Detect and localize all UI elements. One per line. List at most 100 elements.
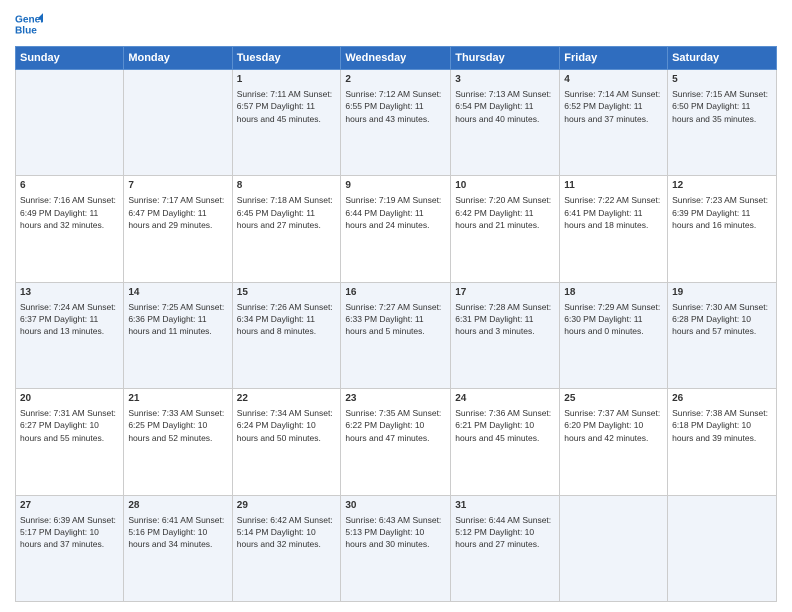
- calendar-cell: 16Sunrise: 7:27 AM Sunset: 6:33 PM Dayli…: [341, 282, 451, 388]
- calendar-cell: 13Sunrise: 7:24 AM Sunset: 6:37 PM Dayli…: [16, 282, 124, 388]
- calendar-week-row: 27Sunrise: 6:39 AM Sunset: 5:17 PM Dayli…: [16, 495, 777, 601]
- calendar-cell: 11Sunrise: 7:22 AM Sunset: 6:41 PM Dayli…: [560, 176, 668, 282]
- calendar-cell: 17Sunrise: 7:28 AM Sunset: 6:31 PM Dayli…: [451, 282, 560, 388]
- day-number: 27: [20, 499, 119, 513]
- weekday-header-row: SundayMondayTuesdayWednesdayThursdayFrid…: [16, 47, 777, 70]
- logo-icon: General Blue: [15, 10, 43, 38]
- day-info: Sunrise: 7:31 AM Sunset: 6:27 PM Dayligh…: [20, 407, 119, 444]
- svg-text:General: General: [15, 14, 43, 25]
- day-info: Sunrise: 7:28 AM Sunset: 6:31 PM Dayligh…: [455, 301, 555, 338]
- calendar-cell: 4Sunrise: 7:14 AM Sunset: 6:52 PM Daylig…: [560, 70, 668, 176]
- day-info: Sunrise: 7:34 AM Sunset: 6:24 PM Dayligh…: [237, 407, 337, 444]
- day-number: 24: [455, 392, 555, 406]
- day-number: 16: [345, 286, 446, 300]
- day-number: 10: [455, 179, 555, 193]
- calendar-cell: 12Sunrise: 7:23 AM Sunset: 6:39 PM Dayli…: [668, 176, 777, 282]
- day-info: Sunrise: 7:30 AM Sunset: 6:28 PM Dayligh…: [672, 301, 772, 338]
- calendar-cell: 22Sunrise: 7:34 AM Sunset: 6:24 PM Dayli…: [232, 389, 341, 495]
- calendar-cell: [124, 70, 232, 176]
- day-number: 12: [672, 179, 772, 193]
- day-number: 22: [237, 392, 337, 406]
- calendar-cell: 3Sunrise: 7:13 AM Sunset: 6:54 PM Daylig…: [451, 70, 560, 176]
- day-number: 8: [237, 179, 337, 193]
- calendar-cell: 15Sunrise: 7:26 AM Sunset: 6:34 PM Dayli…: [232, 282, 341, 388]
- day-number: 21: [128, 392, 227, 406]
- weekday-header-cell: Thursday: [451, 47, 560, 70]
- day-number: 1: [237, 73, 337, 87]
- calendar-cell: 21Sunrise: 7:33 AM Sunset: 6:25 PM Dayli…: [124, 389, 232, 495]
- day-info: Sunrise: 7:15 AM Sunset: 6:50 PM Dayligh…: [672, 88, 772, 125]
- day-info: Sunrise: 7:25 AM Sunset: 6:36 PM Dayligh…: [128, 301, 227, 338]
- svg-text:Blue: Blue: [15, 25, 37, 36]
- day-number: 30: [345, 499, 446, 513]
- weekday-header-cell: Monday: [124, 47, 232, 70]
- calendar-cell: [16, 70, 124, 176]
- day-number: 23: [345, 392, 446, 406]
- day-number: 3: [455, 73, 555, 87]
- day-number: 5: [672, 73, 772, 87]
- day-info: Sunrise: 7:35 AM Sunset: 6:22 PM Dayligh…: [345, 407, 446, 444]
- day-info: Sunrise: 7:36 AM Sunset: 6:21 PM Dayligh…: [455, 407, 555, 444]
- calendar-cell: 30Sunrise: 6:43 AM Sunset: 5:13 PM Dayli…: [341, 495, 451, 601]
- day-info: Sunrise: 7:33 AM Sunset: 6:25 PM Dayligh…: [128, 407, 227, 444]
- calendar-cell: 28Sunrise: 6:41 AM Sunset: 5:16 PM Dayli…: [124, 495, 232, 601]
- day-info: Sunrise: 6:42 AM Sunset: 5:14 PM Dayligh…: [237, 514, 337, 551]
- header: General Blue: [15, 10, 777, 38]
- calendar-cell: 18Sunrise: 7:29 AM Sunset: 6:30 PM Dayli…: [560, 282, 668, 388]
- calendar-cell: [668, 495, 777, 601]
- calendar-cell: 14Sunrise: 7:25 AM Sunset: 6:36 PM Dayli…: [124, 282, 232, 388]
- day-number: 31: [455, 499, 555, 513]
- day-info: Sunrise: 7:20 AM Sunset: 6:42 PM Dayligh…: [455, 194, 555, 231]
- calendar-cell: 20Sunrise: 7:31 AM Sunset: 6:27 PM Dayli…: [16, 389, 124, 495]
- calendar-cell: 6Sunrise: 7:16 AM Sunset: 6:49 PM Daylig…: [16, 176, 124, 282]
- calendar-cell: 19Sunrise: 7:30 AM Sunset: 6:28 PM Dayli…: [668, 282, 777, 388]
- calendar-cell: 9Sunrise: 7:19 AM Sunset: 6:44 PM Daylig…: [341, 176, 451, 282]
- day-number: 18: [564, 286, 663, 300]
- day-info: Sunrise: 7:11 AM Sunset: 6:57 PM Dayligh…: [237, 88, 337, 125]
- day-number: 17: [455, 286, 555, 300]
- day-info: Sunrise: 7:27 AM Sunset: 6:33 PM Dayligh…: [345, 301, 446, 338]
- calendar-cell: [560, 495, 668, 601]
- day-number: 11: [564, 179, 663, 193]
- calendar-week-row: 13Sunrise: 7:24 AM Sunset: 6:37 PM Dayli…: [16, 282, 777, 388]
- calendar-cell: 10Sunrise: 7:20 AM Sunset: 6:42 PM Dayli…: [451, 176, 560, 282]
- day-number: 15: [237, 286, 337, 300]
- calendar-cell: 29Sunrise: 6:42 AM Sunset: 5:14 PM Dayli…: [232, 495, 341, 601]
- calendar-table: SundayMondayTuesdayWednesdayThursdayFrid…: [15, 46, 777, 602]
- calendar-cell: 24Sunrise: 7:36 AM Sunset: 6:21 PM Dayli…: [451, 389, 560, 495]
- logo: General Blue: [15, 10, 43, 38]
- day-number: 13: [20, 286, 119, 300]
- day-number: 19: [672, 286, 772, 300]
- day-number: 6: [20, 179, 119, 193]
- calendar-week-row: 20Sunrise: 7:31 AM Sunset: 6:27 PM Dayli…: [16, 389, 777, 495]
- day-info: Sunrise: 7:16 AM Sunset: 6:49 PM Dayligh…: [20, 194, 119, 231]
- calendar-cell: 23Sunrise: 7:35 AM Sunset: 6:22 PM Dayli…: [341, 389, 451, 495]
- weekday-header-cell: Wednesday: [341, 47, 451, 70]
- weekday-header-cell: Tuesday: [232, 47, 341, 70]
- day-info: Sunrise: 6:43 AM Sunset: 5:13 PM Dayligh…: [345, 514, 446, 551]
- weekday-header-cell: Sunday: [16, 47, 124, 70]
- day-number: 25: [564, 392, 663, 406]
- day-number: 26: [672, 392, 772, 406]
- weekday-header-cell: Friday: [560, 47, 668, 70]
- day-info: Sunrise: 6:39 AM Sunset: 5:17 PM Dayligh…: [20, 514, 119, 551]
- day-info: Sunrise: 7:12 AM Sunset: 6:55 PM Dayligh…: [345, 88, 446, 125]
- calendar-cell: 27Sunrise: 6:39 AM Sunset: 5:17 PM Dayli…: [16, 495, 124, 601]
- day-info: Sunrise: 7:37 AM Sunset: 6:20 PM Dayligh…: [564, 407, 663, 444]
- day-number: 7: [128, 179, 227, 193]
- day-info: Sunrise: 7:18 AM Sunset: 6:45 PM Dayligh…: [237, 194, 337, 231]
- calendar-week-row: 6Sunrise: 7:16 AM Sunset: 6:49 PM Daylig…: [16, 176, 777, 282]
- day-info: Sunrise: 6:44 AM Sunset: 5:12 PM Dayligh…: [455, 514, 555, 551]
- day-info: Sunrise: 7:13 AM Sunset: 6:54 PM Dayligh…: [455, 88, 555, 125]
- day-info: Sunrise: 7:38 AM Sunset: 6:18 PM Dayligh…: [672, 407, 772, 444]
- day-info: Sunrise: 7:23 AM Sunset: 6:39 PM Dayligh…: [672, 194, 772, 231]
- day-number: 9: [345, 179, 446, 193]
- calendar-cell: 7Sunrise: 7:17 AM Sunset: 6:47 PM Daylig…: [124, 176, 232, 282]
- calendar-week-row: 1Sunrise: 7:11 AM Sunset: 6:57 PM Daylig…: [16, 70, 777, 176]
- day-info: Sunrise: 7:14 AM Sunset: 6:52 PM Dayligh…: [564, 88, 663, 125]
- day-info: Sunrise: 7:24 AM Sunset: 6:37 PM Dayligh…: [20, 301, 119, 338]
- day-number: 20: [20, 392, 119, 406]
- day-info: Sunrise: 7:19 AM Sunset: 6:44 PM Dayligh…: [345, 194, 446, 231]
- calendar-body: 1Sunrise: 7:11 AM Sunset: 6:57 PM Daylig…: [16, 70, 777, 602]
- calendar-cell: 25Sunrise: 7:37 AM Sunset: 6:20 PM Dayli…: [560, 389, 668, 495]
